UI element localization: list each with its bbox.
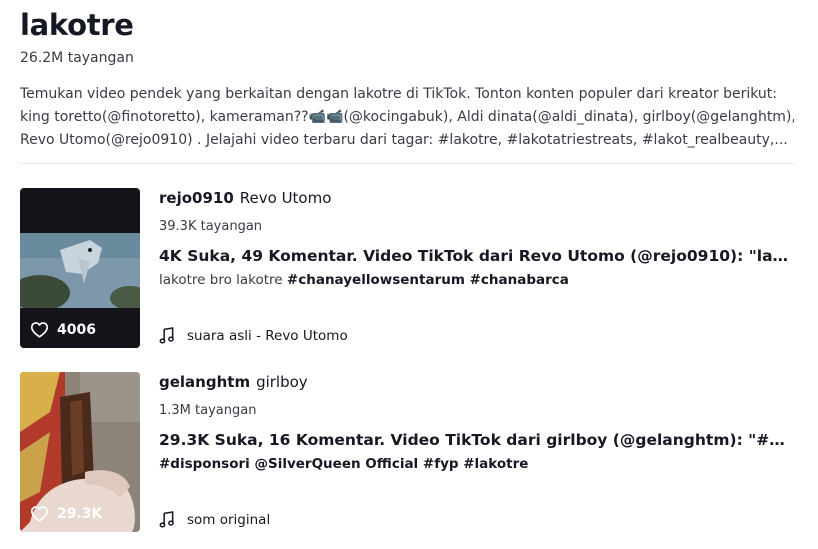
music-title[interactable]: som original	[187, 512, 270, 528]
like-count-text: 29.3K	[57, 505, 103, 522]
like-count-text: 4006	[57, 321, 96, 338]
page-description: Temukan video pendek yang berkaitan deng…	[20, 83, 794, 152]
video-caption: #disponsori @SilverQueen Official #fyp #…	[159, 456, 528, 472]
music-title[interactable]: suara asli - Revo Utomo	[187, 328, 348, 344]
video-thumbnail[interactable]: 4006	[20, 188, 140, 348]
author-link[interactable]: rejo0910 Revo Utomo	[159, 189, 331, 207]
video-caption: lakotre bro lakotre #chanayellowsentarum…	[159, 272, 569, 288]
description-line: king toretto(@finotoretto), kameraman??📹…	[20, 109, 794, 125]
author-nickname[interactable]: Revo Utomo	[240, 189, 332, 207]
video-info: gelanghtm girlboy 1.3M tayangan 29.3K Suk…	[159, 372, 794, 532]
video-views: 39.3K tayangan	[159, 219, 263, 234]
divider	[20, 163, 794, 164]
description-line: Revo Utomo(@rejo0910) . Jelajahi video t…	[20, 132, 788, 148]
music-link[interactable]: suara asli - Revo Utomo	[159, 327, 348, 344]
video-info: rejo0910 Revo Utomo 39.3K tayangan 4K Suk…	[159, 188, 794, 348]
like-count: 29.3K	[30, 505, 102, 522]
like-count: 4006	[30, 321, 96, 338]
description-line: Temukan video pendek yang berkaitan deng…	[20, 86, 777, 102]
video-thumbnail[interactable]: 29.3K	[20, 372, 140, 532]
heart-icon	[30, 506, 49, 522]
author-username[interactable]: rejo0910	[159, 189, 234, 207]
music-note-icon	[159, 511, 174, 528]
author-link[interactable]: gelanghtm girlboy	[159, 373, 308, 391]
caption-text: lakotre bro lakotre	[159, 272, 283, 288]
video-card[interactable]: 29.3K gelanghtm girlboy 1.3M tayangan 29.…	[20, 372, 794, 532]
music-note-icon	[159, 327, 174, 344]
video-card[interactable]: 4006 rejo0910 Revo Utomo 39.3K tayangan 4…	[20, 188, 794, 348]
author-username[interactable]: gelanghtm	[159, 373, 250, 391]
page-title: lakotre	[20, 8, 134, 42]
author-nickname[interactable]: girlboy	[256, 373, 308, 391]
caption-hashtags[interactable]: #disponsori @SilverQueen Official #fyp #…	[159, 456, 528, 472]
caption-hashtags[interactable]: #chanayellowsentarum #chanabarca	[287, 272, 569, 288]
video-views: 1.3M tayangan	[159, 403, 257, 418]
total-views: 26.2M tayangan	[20, 50, 134, 66]
video-title[interactable]: 29.3K Suka, 16 Komentar. Video TikTok da…	[159, 431, 794, 449]
music-link[interactable]: som original	[159, 511, 270, 528]
video-title[interactable]: 4K Suka, 49 Komentar. Video TikTok dari …	[159, 247, 794, 265]
heart-icon	[30, 322, 49, 338]
